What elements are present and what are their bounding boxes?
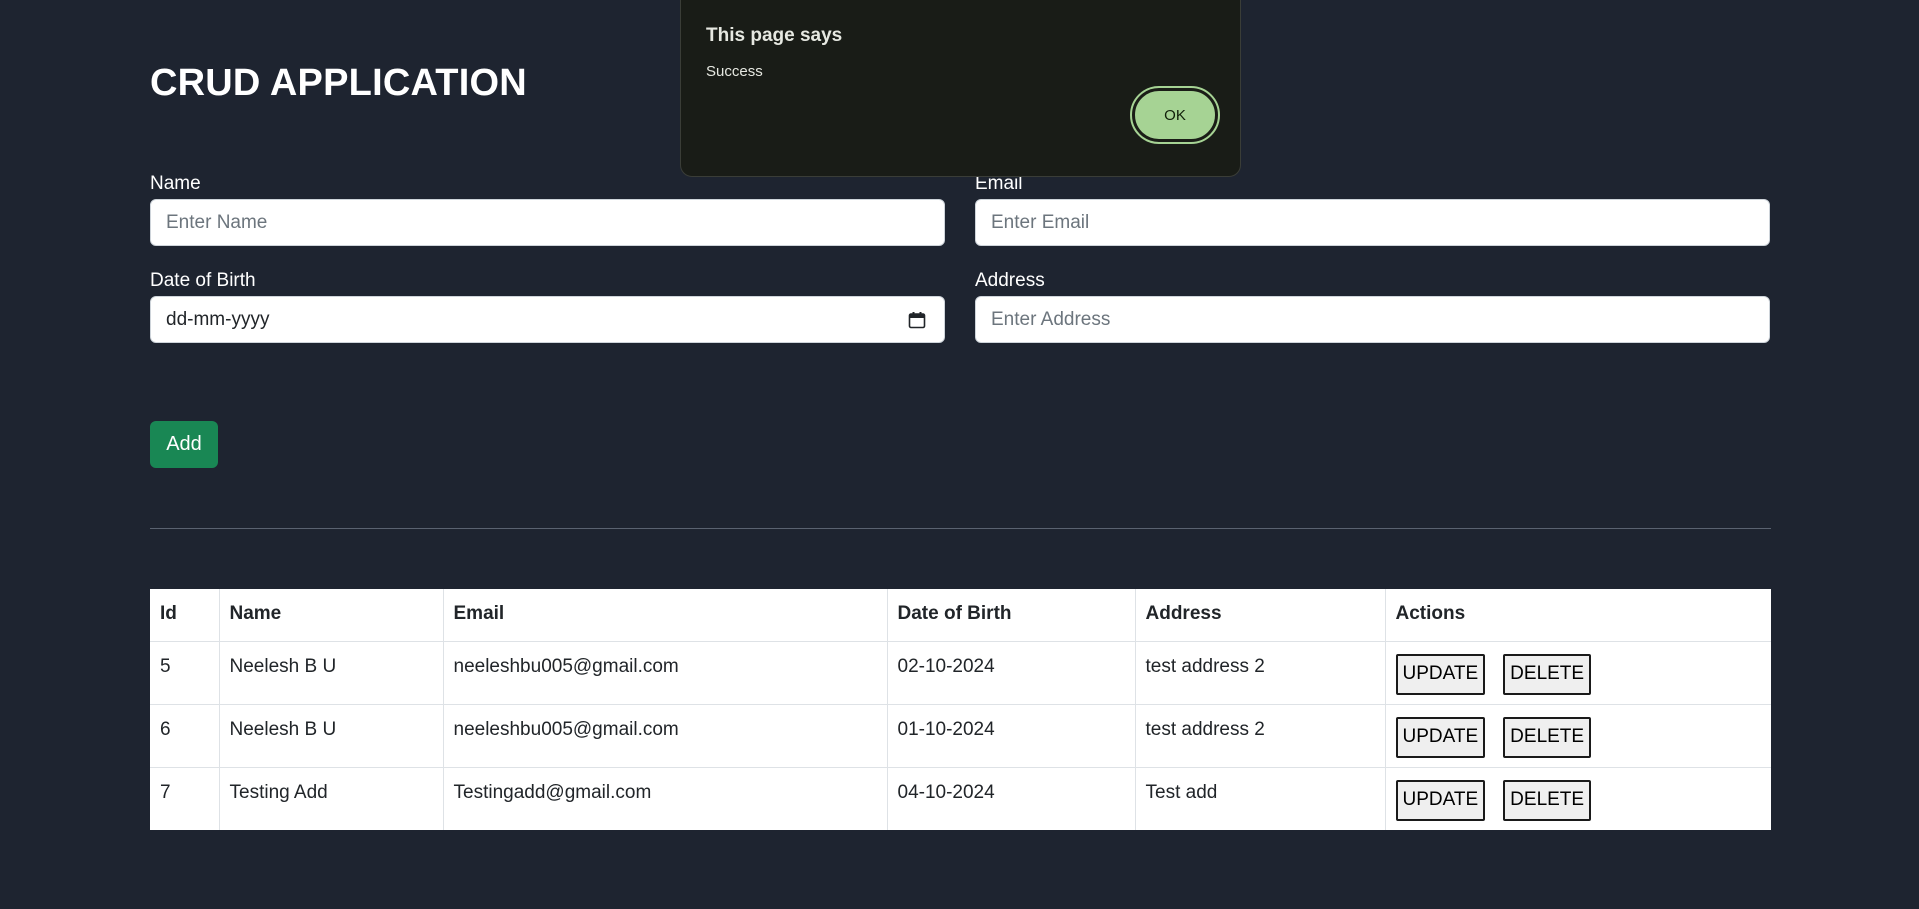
table-row: 5 Neelesh B U neeleshbu005@gmail.com 02-… bbox=[150, 641, 1771, 704]
header-dob: Date of Birth bbox=[886, 589, 1135, 642]
delete-button[interactable]: DELETE bbox=[1503, 779, 1592, 821]
header-address: Address bbox=[1134, 589, 1385, 642]
dob-field-group: Date of Birth dd-mm-yyyy bbox=[150, 270, 945, 343]
cell-address: test address 2 bbox=[1134, 703, 1385, 767]
cell-email: Testingadd@gmail.com bbox=[442, 766, 887, 830]
alert-title: This page says bbox=[706, 25, 843, 46]
header-email: Email bbox=[442, 589, 887, 642]
email-field-group: Email bbox=[975, 173, 1770, 246]
address-label: Address bbox=[975, 270, 1045, 291]
update-button[interactable]: UPDATE bbox=[1395, 716, 1486, 758]
header-actions: Actions bbox=[1384, 589, 1771, 642]
cell-email: neeleshbu005@gmail.com bbox=[442, 641, 887, 704]
delete-button[interactable]: DELETE bbox=[1503, 716, 1592, 758]
table-row: 6 Neelesh B U neeleshbu005@gmail.com 01-… bbox=[150, 703, 1771, 767]
name-input-wrapper bbox=[150, 199, 945, 246]
alert-ok-button[interactable]: OK bbox=[1130, 86, 1220, 144]
delete-button[interactable]: DELETE bbox=[1503, 653, 1592, 695]
dob-input[interactable]: dd-mm-yyyy bbox=[150, 296, 945, 343]
table-header-row: Id Name Email Date of Birth Address Acti… bbox=[150, 589, 1771, 642]
cell-dob: 04-10-2024 bbox=[886, 766, 1135, 830]
address-input-wrapper bbox=[975, 296, 1770, 343]
calendar-icon[interactable] bbox=[908, 311, 926, 329]
cell-name: Neelesh B U bbox=[218, 641, 443, 704]
cell-name: Neelesh B U bbox=[218, 703, 443, 767]
cell-dob: 01-10-2024 bbox=[886, 703, 1135, 767]
add-button[interactable]: Add bbox=[150, 421, 218, 468]
dob-placeholder: dd-mm-yyyy bbox=[166, 308, 270, 330]
header-id: Id bbox=[150, 589, 219, 642]
cell-id: 5 bbox=[160, 655, 171, 677]
cell-actions: UPDATE DELETE bbox=[1384, 641, 1771, 704]
cell-name: Testing Add bbox=[218, 766, 443, 830]
alert-dialog: This page says Success OK bbox=[680, 0, 1241, 177]
alert-message: Success bbox=[706, 63, 763, 80]
cell-actions: UPDATE DELETE bbox=[1384, 766, 1771, 830]
email-input-wrapper bbox=[975, 199, 1770, 246]
dob-label: Date of Birth bbox=[150, 270, 256, 291]
name-field-group: Name bbox=[150, 173, 945, 246]
update-button[interactable]: UPDATE bbox=[1395, 653, 1486, 695]
cell-dob: 02-10-2024 bbox=[886, 641, 1135, 704]
name-input[interactable] bbox=[166, 211, 929, 234]
update-button[interactable]: UPDATE bbox=[1395, 779, 1486, 821]
cell-email: neeleshbu005@gmail.com bbox=[442, 703, 887, 767]
cell-address: Test add bbox=[1134, 766, 1385, 830]
cell-id: 7 bbox=[150, 766, 219, 830]
cell-actions: UPDATE DELETE bbox=[1384, 703, 1771, 767]
cell-id: 6 bbox=[150, 703, 219, 767]
header-name: Name bbox=[218, 589, 443, 642]
email-input[interactable] bbox=[991, 211, 1754, 234]
address-field-group: Address bbox=[975, 270, 1770, 343]
divider bbox=[150, 528, 1771, 529]
cell-address: test address 2 bbox=[1134, 641, 1385, 704]
address-input[interactable] bbox=[991, 308, 1754, 331]
table-row: 7 Testing Add Testingadd@gmail.com 04-10… bbox=[150, 766, 1771, 830]
page-title: CRUD APPLICATION bbox=[150, 62, 527, 104]
records-table: Id Name Email Date of Birth Address Acti… bbox=[150, 589, 1771, 830]
